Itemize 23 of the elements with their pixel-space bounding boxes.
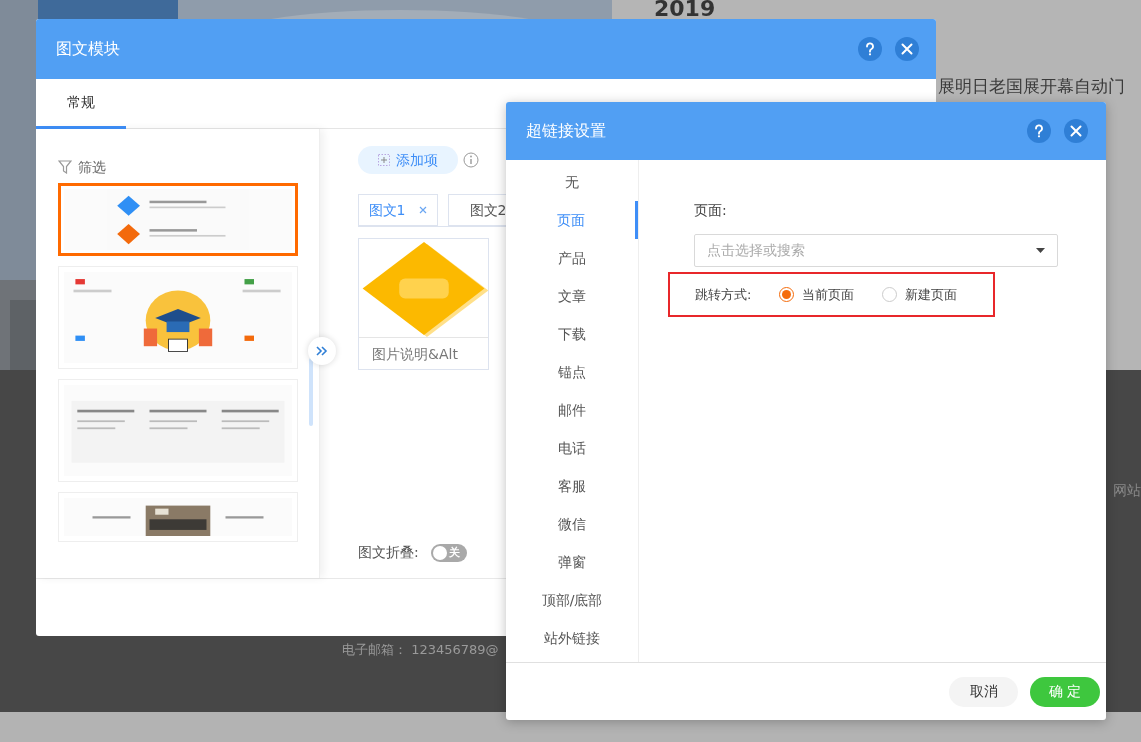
scrollbar-thumb[interactable] bbox=[309, 358, 313, 426]
jump-label: 跳转方式: bbox=[695, 285, 752, 304]
link-type-item[interactable]: 顶部/底部 bbox=[506, 581, 638, 619]
year-heading: 2019 bbox=[654, 0, 716, 20]
link-type-item[interactable]: 站外链接 bbox=[506, 619, 638, 657]
news-headline: 展明日老国展开幕自动门 bbox=[938, 75, 1125, 98]
collapse-label: 图文折叠: bbox=[358, 543, 419, 562]
page-label: 页面: bbox=[694, 201, 728, 220]
help-icon[interactable] bbox=[858, 37, 882, 61]
jump-radio[interactable]: 新建页面 bbox=[882, 284, 958, 305]
jump-radio[interactable]: 当前页面 bbox=[779, 284, 855, 305]
link-type-item[interactable]: 微信 bbox=[506, 505, 638, 543]
link-type-item[interactable]: 弹窗 bbox=[506, 543, 638, 581]
cancel-button[interactable]: 取消 bbox=[949, 676, 1018, 707]
close-icon[interactable] bbox=[895, 37, 919, 61]
link-type-item[interactable]: 邮件 bbox=[506, 391, 638, 429]
link-type-item[interactable]: 电话 bbox=[506, 429, 638, 467]
link-type-item[interactable]: 客服 bbox=[506, 467, 638, 505]
select-placeholder: 点击选择或搜索 bbox=[707, 241, 806, 260]
caret-icon bbox=[1036, 248, 1045, 253]
close-icon[interactable] bbox=[1064, 119, 1088, 143]
footer-email: 电子邮箱： 123456789@ bbox=[342, 642, 499, 657]
help-icon[interactable] bbox=[1027, 119, 1051, 143]
